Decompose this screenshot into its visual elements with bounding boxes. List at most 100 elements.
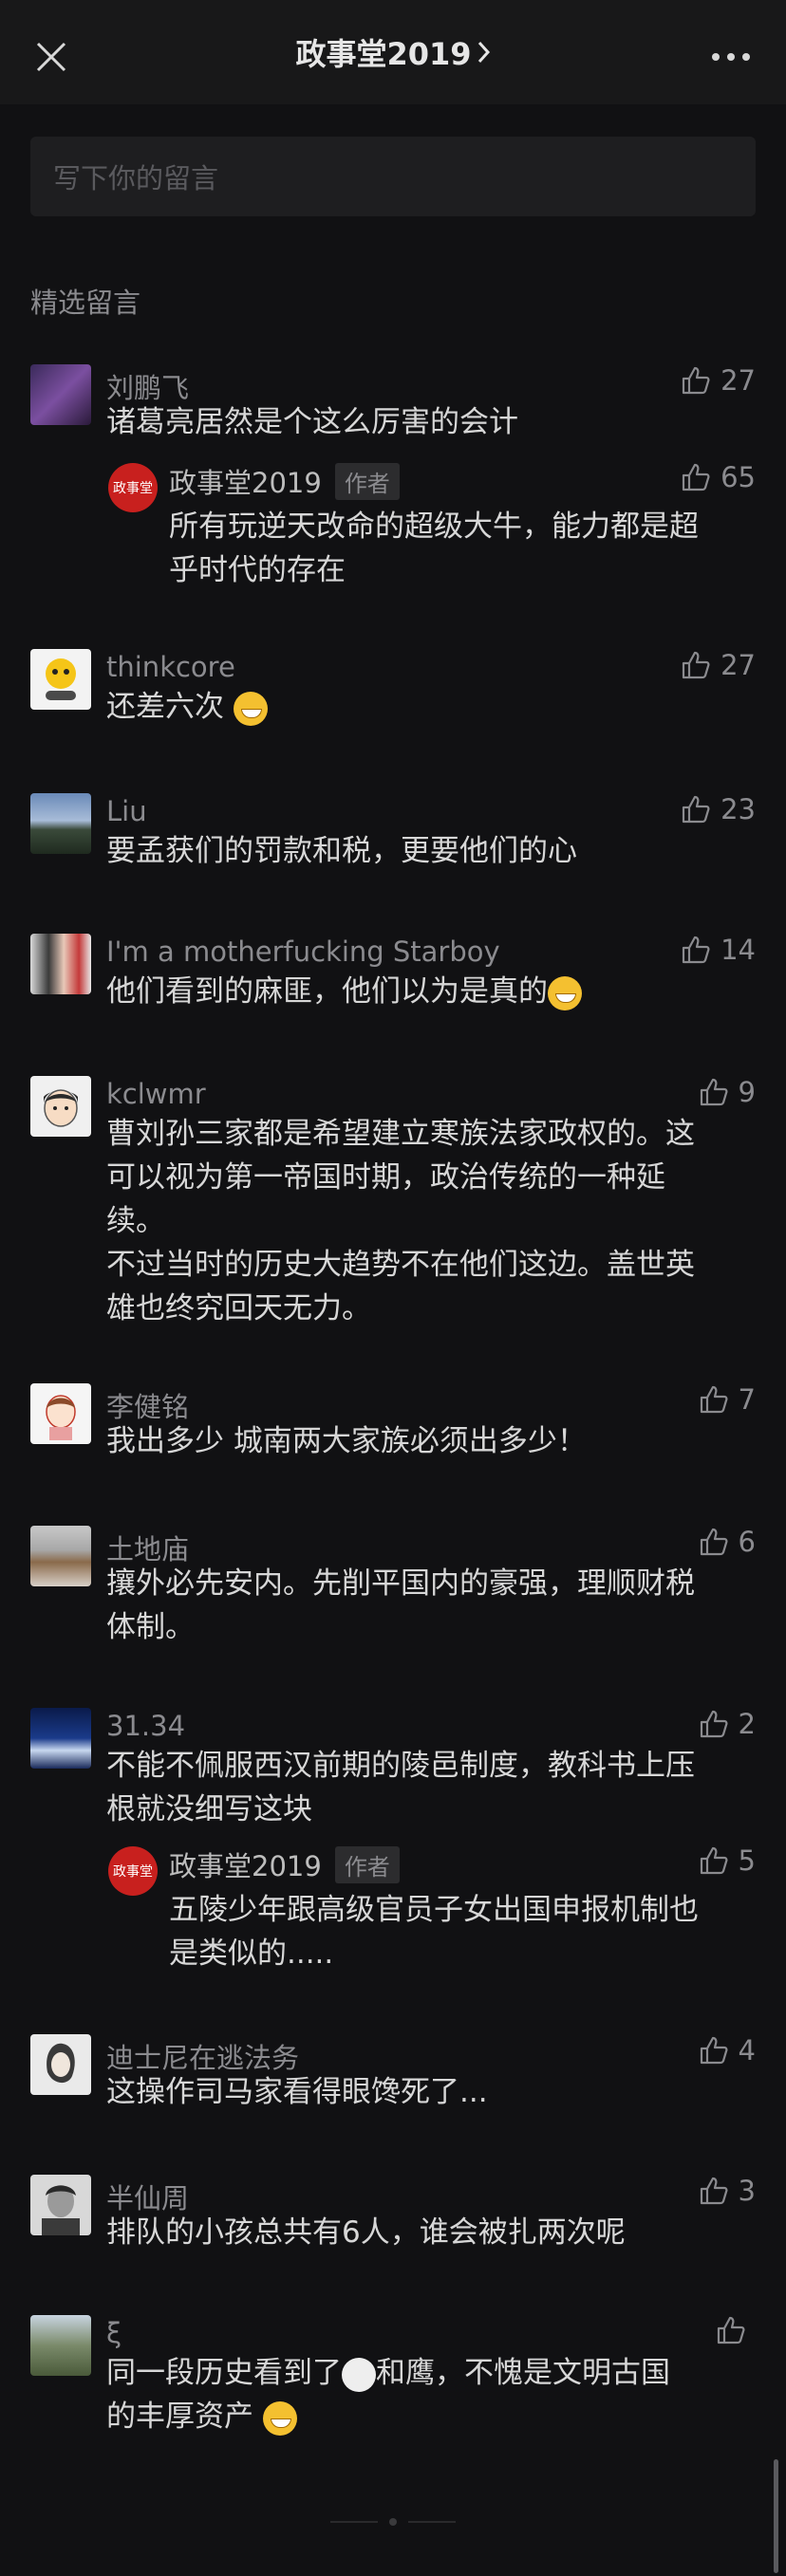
sketch-portrait-icon [42, 2185, 80, 2235]
avatar[interactable] [30, 1526, 91, 1586]
commenter-name: Liu [106, 795, 147, 827]
thumbs-up-icon [700, 2177, 728, 2205]
comment-text-line: 可以视为第一帝国时期，政治传统的一种延 [106, 1160, 665, 1195]
comment-text-part: 和鹰，不愧是文明古国 [376, 2356, 670, 2390]
comment-text-part: 的丰厚资产 [106, 2400, 253, 2434]
thumbs-up-icon [682, 463, 710, 491]
like-button[interactable]: 3 [699, 2175, 756, 2207]
like-count: 6 [738, 1526, 756, 1558]
like-button[interactable] [716, 2315, 756, 2345]
avatar[interactable] [30, 793, 91, 854]
comment-text: 排队的小孩总共有6人，谁会被扎两次呢 [106, 2215, 626, 2250]
like-button[interactable]: 27 [681, 649, 756, 681]
avatar[interactable] [30, 2034, 91, 2095]
cartoon-face-icon [46, 1395, 76, 1440]
comment-text-line: 体制。 [106, 1610, 195, 1644]
like-count: 4 [738, 2034, 756, 2066]
thumbs-up-icon [682, 366, 710, 395]
thumbs-up-icon [682, 936, 710, 964]
like-button[interactable]: 2 [699, 1708, 756, 1740]
reply-text: 五陵少年跟高级官员子女出国申报机制也 是类似的..... [169, 1888, 756, 1975]
like-count: 5 [738, 1844, 756, 1877]
comment-text: 不能不佩服西汉前期的陵邑制度，教科书上压 根就没细写这块 [106, 1744, 756, 1831]
like-button[interactable]: 4 [699, 2034, 756, 2066]
comment-text: 攘外必先安内。先削平国内的豪强，理顺财税 体制。 [106, 1562, 756, 1649]
top-bar: 政事堂2019 [0, 0, 786, 104]
like-count: 3 [738, 2175, 756, 2207]
like-button[interactable]: 7 [699, 1383, 756, 1416]
grin-emoji-icon [233, 691, 268, 726]
comment-text: 曹刘孙三家都是希望建立寒族法家政权的。这 可以视为第一帝国时期，政治传统的一种延… [106, 1112, 756, 1330]
like-count: 65 [720, 461, 756, 493]
comment-text-content: 他们看到的麻匪，他们以为是真的 [106, 974, 548, 1009]
thumbs-up-icon [700, 1528, 728, 1556]
wink-emoji-icon [548, 975, 582, 1010]
author-logo: 政事堂 [108, 1846, 158, 1896]
comment-text-line: 同一段历史看到了 和鹰，不愧是文明古国 [106, 2351, 756, 2395]
avatar[interactable] [30, 934, 91, 994]
author-logo: 政事堂 [108, 463, 158, 512]
reply-author: 政事堂2019 作者 [169, 461, 400, 501]
comment-text: 要孟获们的罚款和税，更要他们的心 [106, 834, 577, 868]
cartoon-avatar-icon [46, 658, 76, 700]
comment-input[interactable]: 写下你的留言 [30, 137, 756, 216]
commenter-name: I'm a motherfucking Starboy [106, 936, 500, 968]
reply-text-line: 是类似的..... [169, 1937, 334, 1971]
reply-author-name: 政事堂2019 [169, 1850, 322, 1882]
like-button[interactable]: 6 [699, 1526, 756, 1558]
like-count: 27 [720, 649, 756, 681]
thumbs-up-icon [700, 1078, 728, 1106]
comment-text-line: 雄也终究回天无力。 [106, 1291, 371, 1325]
comment-text-line: 不能不佩服西汉前期的陵邑制度，教科书上压 [106, 1749, 695, 1783]
comment-text: 他们看到的麻匪，他们以为是真的 [106, 970, 756, 1013]
reply-text: 所有玩逆天改命的超级大牛，能力都是超 乎时代的存在 [169, 505, 756, 592]
like-count: 2 [738, 1708, 756, 1740]
scrollbar[interactable] [774, 2459, 778, 2573]
commenter-name: kclwmr [106, 1078, 206, 1110]
featured-comments-label: 精选留言 [30, 287, 141, 319]
avatar[interactable] [30, 1383, 91, 1444]
like-button[interactable]: 27 [681, 364, 756, 397]
comment-text-line: 不过当时的历史大趋势不在他们这边。盖世英 [106, 1248, 695, 1282]
like-button[interactable]: 14 [681, 934, 756, 966]
author-tag: 作者 [334, 1845, 400, 1883]
article-source-title[interactable]: 政事堂2019 [295, 30, 490, 74]
comment-text: 同一段历史看到了 和鹰，不愧是文明古国 的丰厚资产 [106, 2351, 756, 2438]
author-tag: 作者 [334, 462, 400, 500]
commenter-name: thinkcore [106, 651, 235, 683]
like-count: 14 [720, 934, 756, 966]
rabbit-emoji-icon [342, 2357, 376, 2392]
like-button[interactable]: 65 [681, 461, 756, 493]
comment-text: 我出多少 城南两大家族必须出多少！ [106, 1424, 587, 1458]
avatar[interactable] [30, 2175, 91, 2235]
thumbs-up-icon [682, 795, 710, 824]
thumbs-up-icon [717, 2316, 745, 2344]
avatar[interactable] [30, 2315, 91, 2376]
avatar[interactable] [30, 1076, 91, 1137]
comment-text: 这操作司马家看得眼馋死了... [106, 2075, 488, 2109]
commenter-name: ξ [106, 2317, 122, 2349]
comment-text: 诸葛亮居然是个这么厉害的会计 [106, 405, 518, 439]
like-count: 27 [720, 364, 756, 397]
dot-icon [389, 2518, 397, 2526]
like-button[interactable]: 5 [699, 1844, 756, 1877]
more-dots-icon[interactable] [710, 47, 752, 66]
like-count: 23 [720, 793, 756, 825]
comment-input-placeholder: 写下你的留言 [53, 162, 219, 195]
avatar[interactable] [30, 364, 91, 425]
thumbs-up-icon [700, 1385, 728, 1414]
avatar[interactable] [30, 1708, 91, 1769]
sketch-portrait-icon [47, 2043, 75, 2084]
comment-text-line: 曹刘孙三家都是希望建立寒族法家政权的。这 [106, 1117, 695, 1151]
thumbs-up-icon [700, 2036, 728, 2065]
like-button[interactable]: 9 [699, 1076, 756, 1108]
like-button[interactable]: 23 [681, 793, 756, 825]
grin-emoji-icon [262, 2400, 297, 2436]
comment-text: 还差六次 [106, 685, 756, 729]
comment-text-line: 的丰厚资产 [106, 2395, 756, 2438]
reply-text-line: 五陵少年跟高级官员子女出国申报机制也 [169, 1893, 699, 1927]
like-count: 9 [738, 1076, 756, 1108]
end-of-list-indicator [330, 2518, 456, 2526]
avatar[interactable] [30, 649, 91, 710]
close-icon[interactable] [34, 40, 68, 74]
